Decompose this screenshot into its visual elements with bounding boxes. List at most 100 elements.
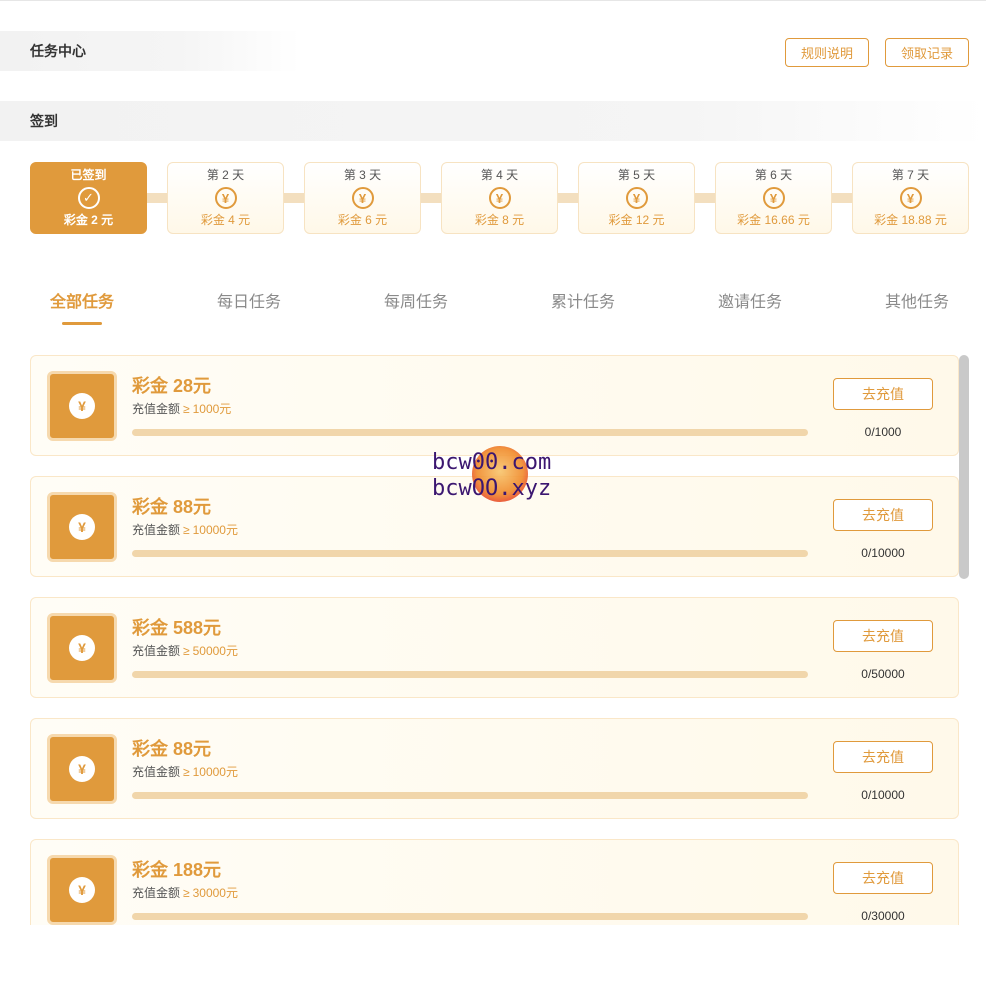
task-list-scrollbar[interactable] <box>959 355 969 579</box>
requirement-symbol: ≥ <box>183 402 190 416</box>
task-title: 彩金 88元 <box>132 497 212 517</box>
yen-coin-icon: ¥ <box>899 187 922 209</box>
checkin-day-title: 第 7 天 <box>891 168 930 182</box>
checkin-connector <box>147 193 167 203</box>
task-progress-bar <box>132 792 808 799</box>
checkin-day-title: 第 4 天 <box>480 168 519 182</box>
checkin-section-title: 签到 <box>0 101 986 141</box>
task-requirement: 充值金额 ≥1000元 <box>132 400 231 417</box>
requirement-symbol: ≥ <box>183 644 190 658</box>
yen-coin-icon: ¥ <box>69 635 95 661</box>
watermark: bcw00.com bcwOO.xyz <box>432 446 582 506</box>
checkin-day-reward: 彩金 8 元 <box>474 213 525 227</box>
checkin-connector <box>421 193 441 203</box>
tab-2[interactable]: 每日任务 <box>199 285 299 325</box>
checkin-day-6[interactable]: 第 6 天 ¥ 彩金 16.66 元 <box>715 162 832 234</box>
requirement-amount: 30000元 <box>192 886 238 900</box>
task-card: ¥ 彩金 188元充值金额 ≥30000元 去充值 0/30000 <box>30 839 959 925</box>
records-button[interactable]: 领取记录 <box>885 38 969 67</box>
task-card: ¥ 彩金 588元充值金额 ≥50000元 去充值 0/50000 <box>30 597 959 698</box>
checkin-connector <box>284 193 304 203</box>
rules-button[interactable]: 规则说明 <box>785 38 869 67</box>
checkin-day-3[interactable]: 第 3 天 ¥ 彩金 6 元 <box>304 162 421 234</box>
recharge-button[interactable]: 去充值 <box>833 499 933 531</box>
task-progress-text: 0/30000 <box>861 909 905 923</box>
checkin-day-title: 第 5 天 <box>617 168 656 182</box>
recharge-button[interactable]: 去充值 <box>833 862 933 894</box>
task-card: ¥ 彩金 88元充值金额 ≥10000元 去充值 0/10000 <box>30 718 959 819</box>
checkin-day-4[interactable]: 第 4 天 ¥ 彩金 8 元 <box>441 162 558 234</box>
requirement-symbol: ≥ <box>183 765 190 779</box>
task-card: ¥ 彩金 28元充值金额 ≥1000元 去充值 0/1000 <box>30 355 959 456</box>
checkin-day-reward: 彩金 16.66 元 <box>737 213 810 227</box>
yen-coin-icon: ¥ <box>214 187 237 209</box>
requirement-amount: 50000元 <box>192 644 238 658</box>
yen-coin-icon: ¥ <box>351 187 374 209</box>
task-requirement: 充值金额 ≥10000元 <box>132 521 238 538</box>
task-progress-text: 0/1000 <box>864 425 902 439</box>
checkin-day-title: 第 6 天 <box>754 168 793 182</box>
yen-coin-icon: ¥ <box>69 514 95 540</box>
task-progress-bar <box>132 913 808 920</box>
checkin-day-reward: 彩金 6 元 <box>337 213 388 227</box>
task-title: 彩金 188元 <box>132 860 222 880</box>
recharge-button[interactable]: 去充值 <box>833 378 933 410</box>
requirement-symbol: ≥ <box>183 886 190 900</box>
task-title: 彩金 28元 <box>132 376 212 396</box>
checkin-connector <box>832 193 852 203</box>
task-progress-bar <box>132 550 808 557</box>
task-progress-bar <box>132 671 808 678</box>
tab-6[interactable]: 其他任务 <box>867 285 967 325</box>
task-list: ¥ 彩金 28元 充值金额 ≥1000元 去充值 0/1000 ¥ 彩金 88元 充值金额 ≥10… <box>30 355 959 925</box>
watermark-line-2: bcwOO.xyz <box>432 476 552 501</box>
top-divider <box>0 0 986 1</box>
checkin-day-title: 第 3 天 <box>343 168 382 182</box>
checkin-day-reward: 彩金 4 元 <box>200 213 251 227</box>
checkmark-icon: ✓ <box>77 187 100 209</box>
tab-5[interactable]: 邀请任务 <box>700 285 800 325</box>
requirement-amount: 1000元 <box>192 402 232 416</box>
requirement-label: 充值金额 <box>132 644 181 658</box>
checkin-day-1[interactable]: 已签到 ✓ 彩金 2 元 <box>30 162 147 234</box>
checkin-day-2[interactable]: 第 2 天 ¥ 彩金 4 元 <box>167 162 284 234</box>
checkin-connector <box>558 193 578 203</box>
checkin-day-reward: 彩金 18.88 元 <box>874 213 947 227</box>
checkin-day-5[interactable]: 第 5 天 ¥ 彩金 12 元 <box>578 162 695 234</box>
task-progress-text: 0/10000 <box>861 788 905 802</box>
task-center-title: 任务中心 <box>0 31 300 71</box>
requirement-label: 充值金额 <box>132 765 181 779</box>
requirement-label: 充值金额 <box>132 523 181 537</box>
task-reward-icon: ¥ <box>47 492 117 562</box>
checkin-day-7[interactable]: 第 7 天 ¥ 彩金 18.88 元 <box>852 162 969 234</box>
task-progress-text: 0/10000 <box>861 546 905 560</box>
tab-4[interactable]: 累计任务 <box>533 285 633 325</box>
active-tab-underline <box>62 322 102 325</box>
requirement-amount: 10000元 <box>192 765 238 779</box>
tab-3[interactable]: 每周任务 <box>366 285 466 325</box>
task-requirement: 充值金额 ≥10000元 <box>132 763 238 780</box>
task-tabs: 全部任务 每日任务 每周任务 累计任务 邀请任务 其他任务 <box>30 285 969 325</box>
recharge-button[interactable]: 去充值 <box>833 741 933 773</box>
task-progress-bar <box>132 429 808 436</box>
yen-coin-icon: ¥ <box>69 756 95 782</box>
task-reward-icon: ¥ <box>47 371 117 441</box>
task-title: 彩金 88元 <box>132 739 212 759</box>
yen-coin-icon: ¥ <box>69 877 95 903</box>
checkin-day-title: 第 2 天 <box>206 168 245 182</box>
checkin-connector <box>695 193 715 203</box>
yen-coin-icon: ¥ <box>69 393 95 419</box>
requirement-symbol: ≥ <box>183 523 190 537</box>
task-reward-icon: ¥ <box>47 855 117 925</box>
checkin-row: 已签到 ✓ 彩金 2 元 第 2 天 ¥ 彩金 4 元 第 3 天 ¥ 彩金 6 元 第 4 天 ¥… <box>30 162 969 234</box>
requirement-label: 充值金额 <box>132 402 181 416</box>
tab-1[interactable]: 全部任务 <box>32 285 132 325</box>
task-center-page: 任务中心 规则说明 领取记录 签到 已签到 ✓ 彩金 2 元 第 2 天 ¥ 彩金 4 元… <box>0 0 986 985</box>
recharge-button[interactable]: 去充值 <box>833 620 933 652</box>
requirement-label: 充值金额 <box>132 886 181 900</box>
yen-coin-icon: ¥ <box>625 187 648 209</box>
checkin-day-reward: 彩金 12 元 <box>608 213 665 227</box>
watermark-line-1: bcw00.com <box>432 450 552 475</box>
task-title: 彩金 588元 <box>132 618 222 638</box>
checkin-day-reward: 彩金 2 元 <box>63 213 114 227</box>
task-progress-text: 0/50000 <box>861 667 905 681</box>
